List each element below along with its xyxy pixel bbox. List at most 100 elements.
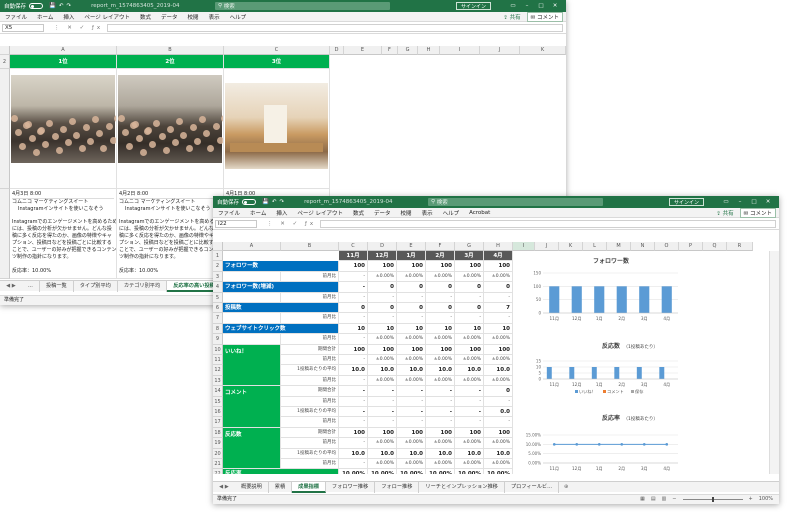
normal-view-icon[interactable]: ▦: [640, 495, 645, 504]
maximize-icon[interactable]: □: [534, 0, 548, 12]
ribbon-tab-3[interactable]: ページ レイアウト: [297, 209, 343, 217]
column-header-F[interactable]: F: [382, 46, 398, 55]
column-header-O[interactable]: O: [655, 242, 679, 251]
row-header[interactable]: 8: [213, 323, 223, 335]
column-header-R[interactable]: R: [727, 242, 753, 251]
row-header[interactable]: 15: [213, 396, 223, 407]
select-all-corner[interactable]: [0, 46, 10, 55]
row-header[interactable]: [0, 69, 10, 189]
comment-button[interactable]: ✉ コメント: [526, 11, 563, 22]
undo-icon[interactable]: ↶: [272, 199, 277, 205]
row-header[interactable]: 1: [213, 251, 223, 262]
sheet-nav-icon[interactable]: ◀ ▶: [0, 283, 22, 289]
column-header-A[interactable]: A: [223, 242, 281, 251]
signin-button[interactable]: サインイン: [669, 198, 705, 206]
ribbon-tab-5[interactable]: データ: [161, 13, 178, 21]
undo-icon[interactable]: ↶: [59, 3, 64, 9]
ribbon-tab-9[interactable]: Acrobat: [469, 210, 490, 216]
row-header[interactable]: 11: [213, 355, 223, 366]
column-header-D[interactable]: D: [368, 242, 397, 251]
row-header[interactable]: 7: [213, 313, 223, 324]
ribbon-tab-8[interactable]: ヘルプ: [230, 13, 247, 21]
sheet-tab-5[interactable]: リーチとインプレッション推移: [419, 481, 505, 493]
column-header-K[interactable]: K: [520, 46, 566, 55]
row-header[interactable]: 2: [0, 55, 10, 69]
column-header-N[interactable]: N: [631, 242, 655, 251]
column-header-J[interactable]: J: [480, 46, 520, 55]
sheet-tab-0[interactable]: 概要説明: [235, 481, 269, 493]
column-header-J[interactable]: J: [535, 242, 559, 251]
ribbon-display-icon[interactable]: ▭: [506, 0, 520, 12]
row-header[interactable]: 21: [213, 459, 223, 470]
row-header[interactable]: 2: [213, 261, 223, 272]
row-header[interactable]: 5: [213, 292, 223, 303]
ribbon-tab-6[interactable]: 校閲: [188, 13, 199, 21]
minimize-icon[interactable]: –: [733, 196, 747, 208]
column-header-G[interactable]: G: [398, 46, 418, 55]
ribbon-tab-0[interactable]: ファイル: [218, 209, 240, 217]
formula-input[interactable]: [107, 23, 563, 32]
comment-button[interactable]: ✉ コメント: [739, 207, 776, 218]
zoom-out-icon[interactable]: −: [672, 495, 676, 504]
column-header-K[interactable]: K: [559, 242, 583, 251]
column-header-H[interactable]: H: [484, 242, 513, 251]
ribbon-tab-8[interactable]: ヘルプ: [443, 209, 460, 217]
ribbon-tab-1[interactable]: ホーム: [250, 209, 266, 217]
column-header-E[interactable]: E: [397, 242, 426, 251]
sheet-tab-3[interactable]: フォロワー推移: [326, 481, 376, 493]
row-header[interactable]: [0, 189, 10, 279]
ribbon-tab-7[interactable]: 表示: [422, 209, 433, 217]
sheet-tab-1[interactable]: 累積: [269, 481, 293, 493]
sheet-tab-0[interactable]: ...: [22, 280, 40, 292]
minimize-icon[interactable]: –: [520, 0, 534, 12]
redo-icon[interactable]: ↷: [279, 199, 284, 205]
page-break-icon[interactable]: ▥: [662, 495, 667, 504]
column-header-P[interactable]: P: [679, 242, 703, 251]
ribbon-display-icon[interactable]: ▭: [719, 196, 733, 208]
ribbon-tab-4[interactable]: 数式: [353, 209, 364, 217]
row-header[interactable]: 13: [213, 375, 223, 387]
redo-icon[interactable]: ↷: [66, 3, 71, 9]
ribbon-tab-2[interactable]: 挿入: [276, 209, 287, 217]
zoom-slider[interactable]: [682, 497, 743, 502]
row-header[interactable]: 14: [213, 386, 223, 397]
ribbon-tab-4[interactable]: 数式: [140, 13, 151, 21]
column-header-I[interactable]: I: [513, 242, 535, 251]
sheet-tab-2[interactable]: タイプ別平均: [74, 280, 118, 292]
column-header-C[interactable]: C: [339, 242, 368, 251]
column-header-Q[interactable]: Q: [703, 242, 727, 251]
formula-input[interactable]: [320, 219, 776, 228]
name-box[interactable]: I22: [215, 219, 257, 228]
column-header-C[interactable]: C: [224, 46, 330, 55]
row-header[interactable]: 6: [213, 303, 223, 314]
name-box[interactable]: X5: [2, 23, 44, 32]
close-icon[interactable]: ✕: [761, 196, 775, 208]
ribbon-tab-7[interactable]: 表示: [209, 13, 220, 21]
search-box[interactable]: ⚲ 検索: [428, 198, 603, 206]
row-header[interactable]: 9: [213, 334, 223, 345]
column-header-M[interactable]: M: [607, 242, 631, 251]
add-sheet-icon[interactable]: ⊕: [564, 484, 568, 490]
column-header-E[interactable]: E: [344, 46, 382, 55]
row-header[interactable]: 17: [213, 417, 223, 428]
row-header[interactable]: 18: [213, 427, 223, 439]
row-header[interactable]: 12: [213, 365, 223, 376]
share-button[interactable]: ⇪ 共有: [716, 209, 733, 217]
column-header-B[interactable]: B: [281, 242, 339, 251]
ribbon-tab-3[interactable]: ページ レイアウト: [84, 13, 130, 21]
ribbon-tab-6[interactable]: 校閲: [401, 209, 412, 217]
ribbon-tab-1[interactable]: ホーム: [37, 13, 53, 21]
sheet-tab-4[interactable]: フォロー推移: [375, 481, 420, 493]
column-header-G[interactable]: G: [455, 242, 484, 251]
row-header[interactable]: 20: [213, 448, 223, 459]
ribbon-tab-5[interactable]: データ: [374, 209, 391, 217]
search-box[interactable]: ⚲ 検索: [215, 2, 390, 10]
sheet-tab-6[interactable]: プロフィールビ...: [505, 481, 560, 493]
worksheet-grid-front[interactable]: A B C D E F G H I J K L M N O P Q R 1 2 3 4 5 6 7 8 9 10 11 12 13 14 15 1…: [213, 242, 779, 474]
sheet-tab-2[interactable]: 成果指標: [292, 481, 326, 493]
column-header-F[interactable]: F: [426, 242, 455, 251]
close-icon[interactable]: ✕: [548, 0, 562, 12]
zoom-in-icon[interactable]: +: [749, 495, 753, 504]
column-header-I[interactable]: I: [440, 46, 480, 55]
row-header[interactable]: 3: [213, 271, 223, 283]
